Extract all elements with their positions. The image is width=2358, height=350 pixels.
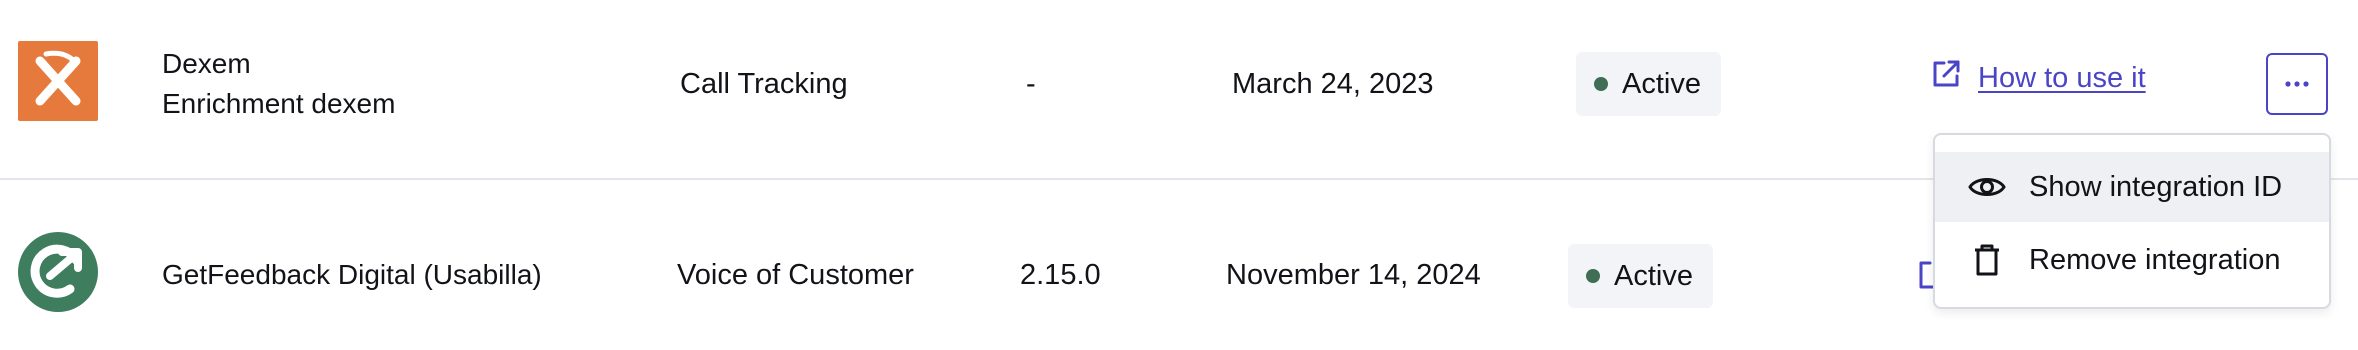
how-to-use-link[interactable]: How to use it [1930, 58, 2146, 98]
integration-date: March 24, 2023 [1232, 68, 1434, 100]
getfeedback-logo [18, 232, 98, 312]
how-to-use-label: How to use it [1978, 61, 2146, 94]
menu-item-label: Show integration ID [2029, 170, 2283, 203]
menu-item-label: Remove integration [2029, 243, 2281, 276]
trash-icon [1967, 240, 2007, 280]
row-actions-menu: Show integration ID Remove integration [1933, 133, 2331, 309]
ellipsis-icon [2285, 75, 2309, 93]
external-link-icon [1930, 58, 1962, 98]
integration-name: GetFeedback Digital (Usabilla) [162, 255, 542, 295]
status-label: Active [1622, 67, 1701, 100]
integration-title: Enrichment dexem [162, 88, 396, 119]
status-dot [1586, 269, 1600, 283]
integration-title: GetFeedback Digital (Usabilla) [162, 259, 542, 290]
integration-category: Voice of Customer [677, 259, 914, 291]
integration-provider: Dexem [162, 48, 251, 79]
integration-category: Call Tracking [680, 68, 848, 100]
status-label: Active [1614, 259, 1693, 292]
status-badge: Active [1568, 244, 1713, 308]
integration-version: 2.15.0 [1020, 259, 1101, 291]
eye-icon [1967, 167, 2007, 207]
remove-integration-menu-item[interactable]: Remove integration [1935, 225, 2329, 295]
integration-version: - [1026, 68, 1036, 100]
dexem-logo [18, 41, 98, 121]
more-actions-button[interactable] [2266, 53, 2328, 115]
integrations-table: Dexem Enrichment dexem Call Tracking - M… [0, 0, 2358, 350]
status-badge: Active [1576, 52, 1721, 116]
status-dot [1594, 77, 1608, 91]
integration-date: November 14, 2024 [1226, 259, 1481, 291]
integration-name: Dexem Enrichment dexem [162, 44, 395, 124]
show-integration-id-menu-item[interactable]: Show integration ID [1935, 152, 2329, 222]
